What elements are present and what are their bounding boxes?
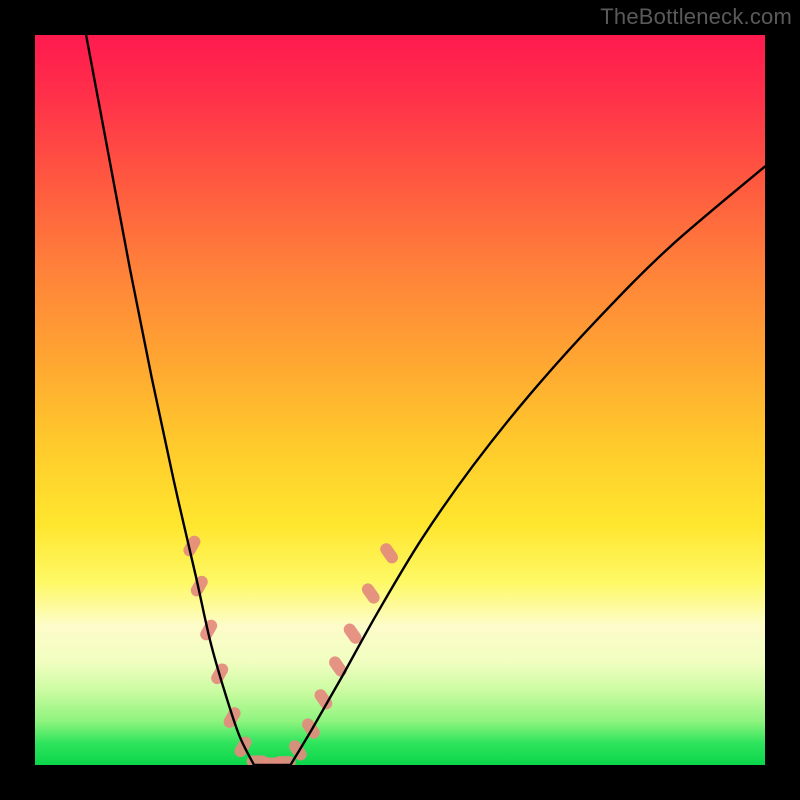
chart-svg [35, 35, 765, 765]
watermark-text: TheBottleneck.com [600, 4, 792, 30]
curve-marker [232, 734, 253, 759]
bottleneck-curve [86, 35, 765, 765]
curve-marker [378, 541, 400, 566]
outer-frame: TheBottleneck.com [0, 0, 800, 800]
plot-area [35, 35, 765, 765]
curve-marker [360, 581, 382, 606]
marker-layer [181, 533, 400, 765]
curve-marker [327, 654, 349, 679]
